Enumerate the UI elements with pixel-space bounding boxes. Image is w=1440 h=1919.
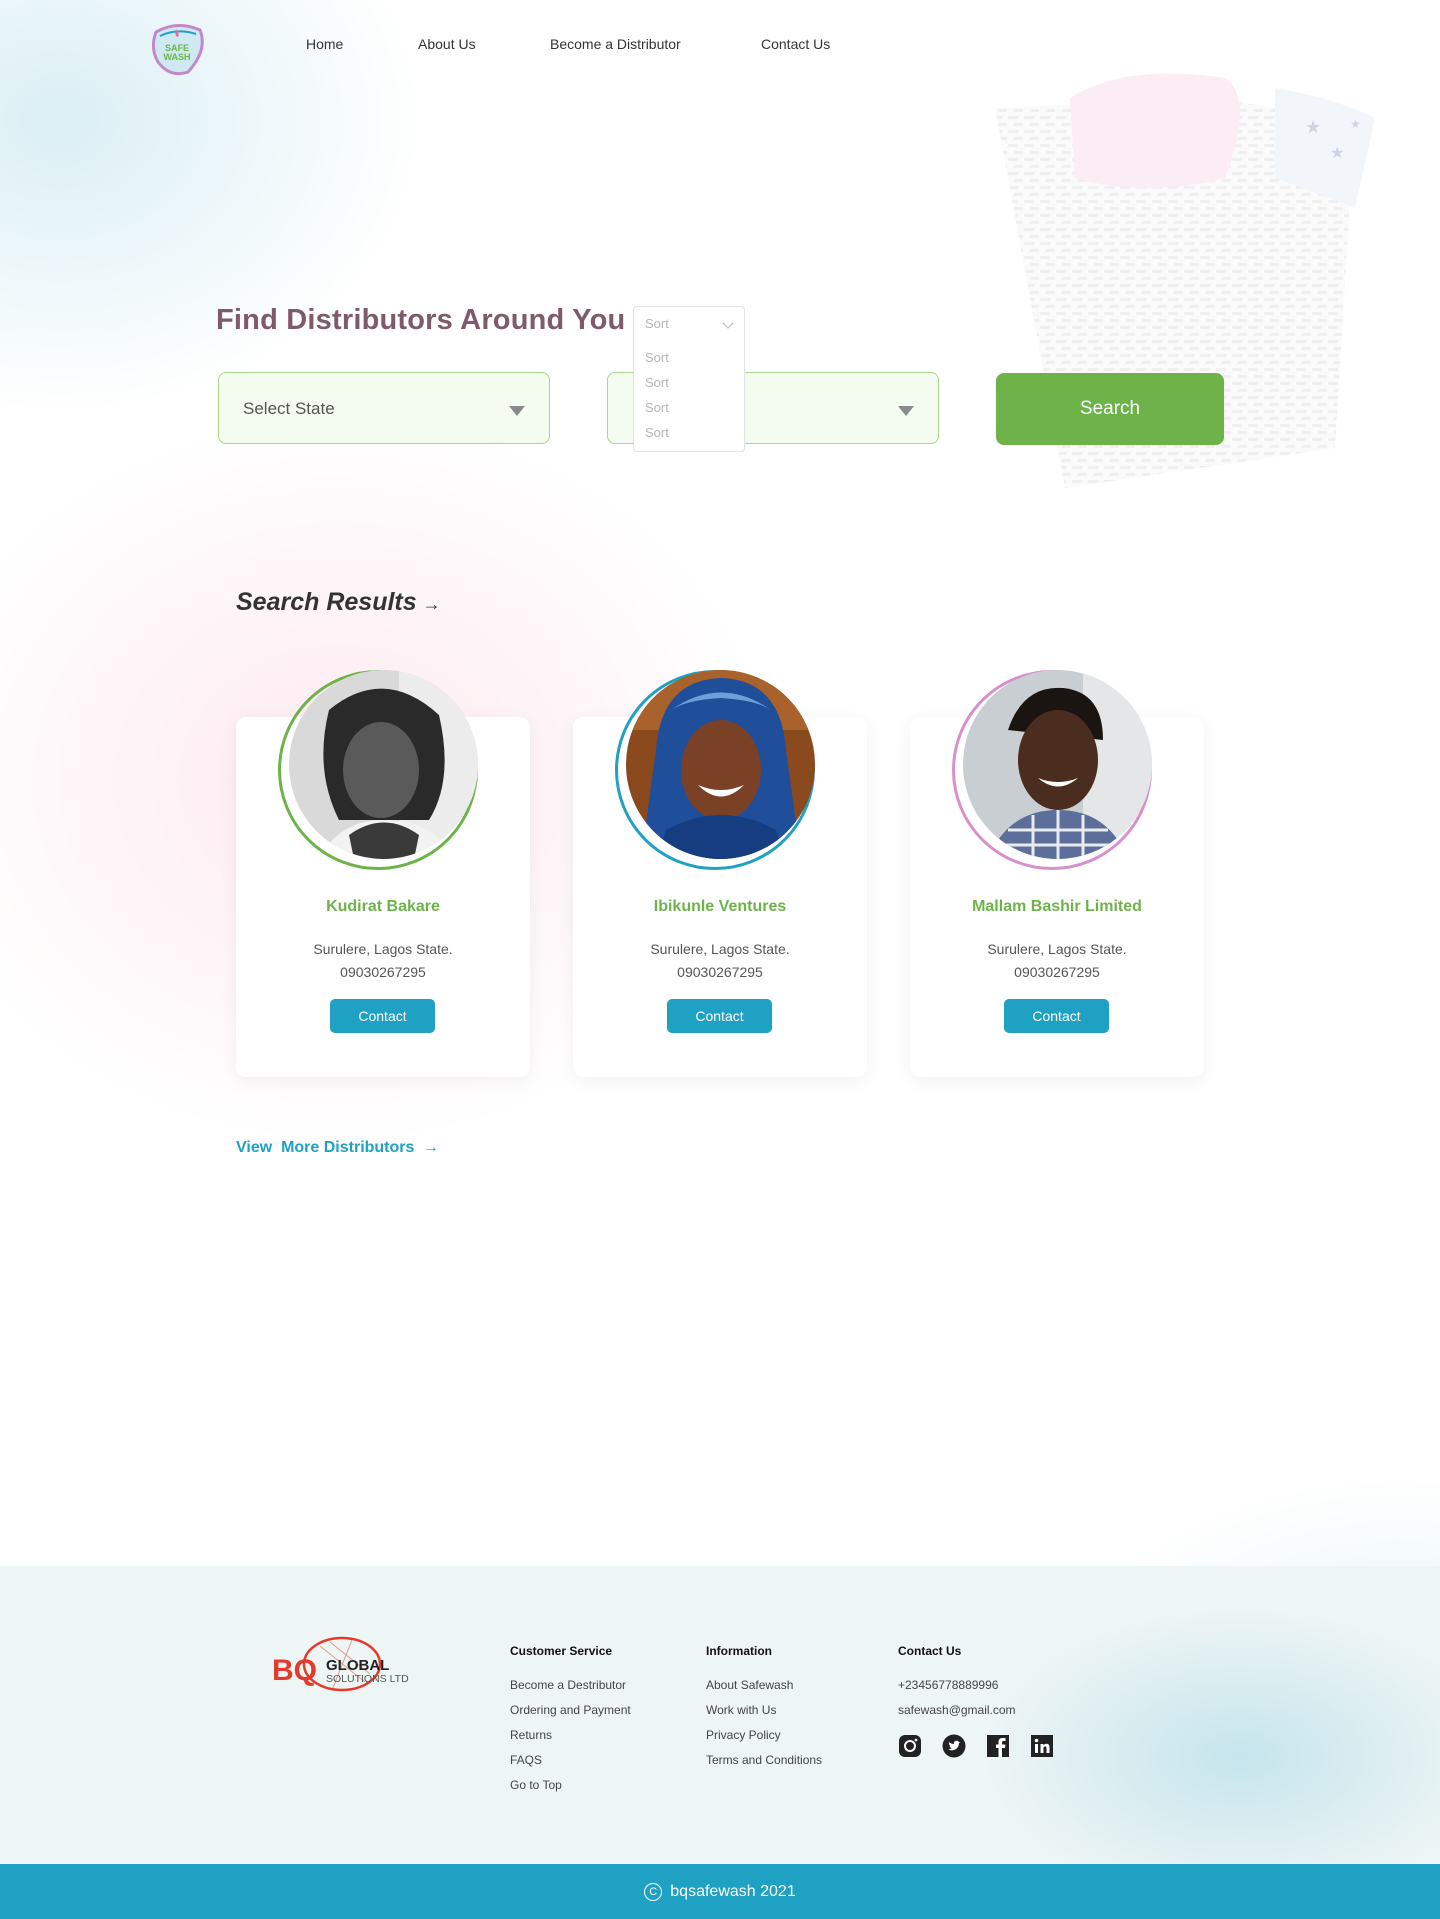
arrow-right-icon: → bbox=[422, 594, 441, 614]
logo-text-wash: WASH bbox=[164, 52, 191, 62]
footer-link[interactable]: About Safewash bbox=[706, 1678, 822, 1692]
bq-line2: SOLUTIONS LTD bbox=[326, 1673, 409, 1685]
distributor-name: Ibikunle Ventures bbox=[653, 898, 787, 915]
footer-link[interactable]: Work with Us bbox=[706, 1703, 822, 1717]
sort-option[interactable]: Sort bbox=[645, 350, 669, 365]
twitter-icon[interactable] bbox=[942, 1734, 966, 1758]
chevron-down-icon bbox=[722, 317, 734, 329]
state-select[interactable]: Select State bbox=[218, 372, 550, 444]
bq-line1: GLOBAL bbox=[326, 1657, 389, 1674]
distributor-phone: 09030267295 bbox=[340, 964, 426, 980]
state-select-label: Select State bbox=[243, 399, 335, 418]
linkedin-icon[interactable] bbox=[1030, 1734, 1054, 1758]
information-heading: Information bbox=[706, 1644, 772, 1658]
avatar bbox=[626, 670, 815, 859]
copyright-bar: C bqsafewash 2021 bbox=[0, 1864, 1440, 1919]
social-links bbox=[898, 1734, 1054, 1758]
view-more-label: View More Distributors bbox=[236, 1139, 415, 1156]
copyright-icon: C bbox=[644, 1882, 663, 1901]
safewash-logo[interactable]: SAFE WASH bbox=[148, 22, 206, 76]
search-results-title: Search Results → bbox=[236, 588, 441, 617]
caret-down-icon bbox=[509, 406, 525, 416]
sort-dropdown[interactable]: Sort Sort Sort Sort Sort bbox=[633, 306, 745, 452]
sort-selected-value: Sort bbox=[645, 316, 669, 331]
footer-link[interactable]: Privacy Policy bbox=[706, 1728, 822, 1742]
search-results-label: Search Results bbox=[236, 588, 417, 616]
find-distributors-title: Find Distributors Around You bbox=[216, 304, 626, 336]
contact-button[interactable]: Contact bbox=[667, 999, 772, 1033]
distributor-card: Ibikunle Ventures Surulere, Lagos State.… bbox=[573, 670, 867, 1077]
contact-button[interactable]: Contact bbox=[330, 999, 435, 1033]
information-column: Information About Safewash Work with Us … bbox=[706, 1644, 822, 1778]
arrow-right-icon: → bbox=[422, 1139, 439, 1156]
instagram-icon[interactable] bbox=[898, 1734, 922, 1758]
footer-link[interactable]: Become a Destributor bbox=[510, 1678, 631, 1692]
footer-link[interactable]: Terms and Conditions bbox=[706, 1753, 822, 1767]
nav-contact-us[interactable]: Contact Us bbox=[761, 36, 830, 52]
sort-option[interactable]: Sort bbox=[645, 425, 669, 440]
distributor-card: Mallam Bashir Limited Surulere, Lagos St… bbox=[910, 670, 1204, 1077]
search-button[interactable]: Search bbox=[996, 373, 1224, 445]
distributor-phone: 09030267295 bbox=[677, 964, 763, 980]
customer-service-column: Customer Service Become a Destributor Or… bbox=[510, 1644, 631, 1803]
view-more-distributors-link[interactable]: View More Distributors → bbox=[236, 1139, 439, 1157]
contact-heading: Contact Us bbox=[898, 1644, 962, 1658]
distributor-name: Kudirat Bakare bbox=[326, 898, 440, 915]
customer-service-heading: Customer Service bbox=[510, 1644, 613, 1658]
distributor-location: Surulere, Lagos State. bbox=[650, 941, 790, 957]
distributor-card: Kudirat Bakare Surulere, Lagos State. 09… bbox=[236, 670, 530, 1077]
distributor-location: Surulere, Lagos State. bbox=[987, 941, 1127, 957]
avatar bbox=[963, 670, 1152, 859]
contact-button[interactable]: Contact bbox=[1004, 999, 1109, 1033]
bq-mark: BQ bbox=[272, 1654, 317, 1687]
contact-email[interactable]: safewash@gmail.com bbox=[898, 1703, 1016, 1717]
svg-text:★: ★ bbox=[1350, 117, 1361, 131]
caret-down-icon bbox=[898, 406, 914, 416]
footer-link[interactable]: Ordering and Payment bbox=[510, 1703, 631, 1717]
distributor-phone: 09030267295 bbox=[1014, 964, 1100, 980]
footer: BQ GLOBAL SOLUTIONS LTD Customer Service… bbox=[0, 1566, 1440, 1864]
contact-column: Contact Us +23456778889996 safewash@gmai… bbox=[898, 1644, 1016, 1728]
footer-link[interactable]: Go to Top bbox=[510, 1778, 631, 1792]
avatar bbox=[289, 670, 478, 859]
footer-link[interactable]: FAQS bbox=[510, 1753, 631, 1767]
svg-text:★: ★ bbox=[1305, 117, 1321, 137]
contact-phone[interactable]: +23456778889996 bbox=[898, 1678, 1016, 1692]
sort-option[interactable]: Sort bbox=[645, 375, 669, 390]
distributor-name: Mallam Bashir Limited bbox=[972, 898, 1142, 915]
nav-become-distributor[interactable]: Become a Distributor bbox=[550, 36, 681, 52]
svg-text:★: ★ bbox=[1330, 145, 1344, 162]
facebook-icon[interactable] bbox=[986, 1734, 1010, 1758]
copyright-text: bqsafewash 2021 bbox=[670, 1882, 796, 1900]
bq-global-logo[interactable]: BQ GLOBAL SOLUTIONS LTD bbox=[270, 1636, 430, 1700]
distributor-location: Surulere, Lagos State. bbox=[313, 941, 453, 957]
nav-home[interactable]: Home bbox=[306, 36, 343, 52]
footer-link[interactable]: Returns bbox=[510, 1728, 631, 1742]
nav-about-us[interactable]: About Us bbox=[418, 36, 476, 52]
sort-option[interactable]: Sort bbox=[645, 400, 669, 415]
